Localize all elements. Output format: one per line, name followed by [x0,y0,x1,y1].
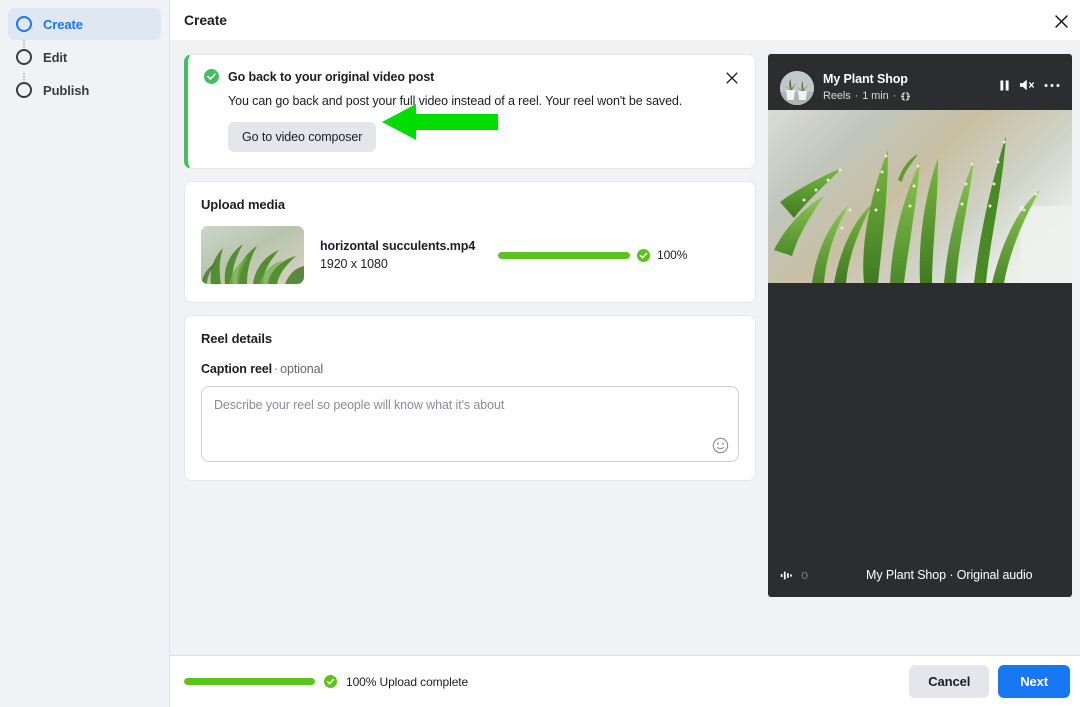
check-circle-icon [324,675,337,688]
dialog-body: Go back to your original video post You … [170,40,1080,655]
sidebar-item-label: Create [43,17,83,32]
progress-percent-label: 100% [657,248,687,262]
preview-meta-duration: 1 min [862,90,888,104]
more-options-button[interactable] [1044,83,1060,88]
audio-marquee-text: al audio My Plant Shop · Original audio [801,566,1033,584]
step-circle-icon [16,82,32,98]
pause-button[interactable] [998,79,1011,92]
media-info: horizontal succulents.mp4 1920 x 1080 [320,239,482,271]
mute-button[interactable] [1019,78,1036,92]
preview-page-name: My Plant Shop [823,72,989,88]
preview-empty-space [768,283,1072,553]
footer-status-text: 100% Upload complete [346,675,468,689]
audio-marquee: al audio My Plant Shop · Original audio [801,566,1060,584]
succulent-thumbnail-image [201,226,304,284]
preview-meta-sep-2: · [893,90,897,104]
audio-text: My Plant Shop · Original audio [866,568,1033,582]
close-icon [725,71,739,85]
caption-optional-text: optional [280,362,323,376]
banner-title: Go back to your original video post [228,70,434,84]
media-file-name: horizontal succulents.mp4 [320,239,482,253]
main-region: Create Go back to your original vid [170,0,1080,707]
footer-progress-track [184,678,315,685]
globe-icon [900,91,911,102]
preview-audio-bar: al audio My Plant Shop · Original audio [768,553,1072,597]
dismiss-banner-button[interactable] [721,67,743,89]
check-circle-icon [204,69,219,84]
media-dimensions: 1920 x 1080 [320,257,482,271]
sidebar-item-label: Publish [43,83,89,98]
page-title: Create [184,12,227,28]
footer-progress-fill [184,678,315,685]
speaker-muted-icon [1019,78,1036,92]
go-to-video-composer-button[interactable]: Go to video composer [228,122,376,152]
banner-description: You can go back and post your full video… [228,94,739,108]
caption-label-text: Caption reel [201,362,272,376]
preview-meta: Reels · 1 min · [823,90,989,104]
sidebar-item-label: Edit [43,50,67,65]
reel-preview-panel: My Plant Shop Reels · 1 min · [768,54,1072,597]
preview-page-info: My Plant Shop Reels · 1 min · [823,72,989,103]
close-icon [1054,14,1069,29]
reel-details-title: Reel details [201,331,739,346]
audio-text-partial: al audio [801,568,808,582]
audio-waveform-button[interactable] [780,569,794,582]
dialog-header: Create [170,0,1080,40]
dialog-footer: 100% Upload complete Cancel Next [170,655,1080,707]
caption-label-separator: · [272,362,280,376]
caption-field-label: Caption reel·optional [201,362,739,376]
progress-fill [498,252,630,259]
media-row: horizontal succulents.mp4 1920 x 1080 [201,226,739,284]
preview-controls [998,78,1060,98]
annotation-arrow-icon [382,104,498,140]
caption-input[interactable]: Describe your reel so people will know w… [201,386,739,462]
emoji-smiley-icon[interactable] [712,437,729,454]
form-column: Go back to your original video post You … [184,54,756,481]
audio-waveform-icon [780,569,794,582]
check-circle-icon [637,249,650,262]
step-circle-icon [16,49,32,65]
succulent-video-image [768,110,1072,283]
avatar [780,71,814,105]
banner-header: Go back to your original video post [204,69,739,84]
upload-media-card: Upload media [184,181,756,303]
next-button[interactable]: Next [998,665,1070,698]
more-options-icon [1044,83,1060,88]
page-avatar-image [780,71,814,105]
close-dialog-button[interactable] [1048,8,1074,34]
caption-placeholder: Describe your reel so people will know w… [214,398,504,412]
progress-track [498,252,630,259]
preview-header: My Plant Shop Reels · 1 min · [768,54,1072,110]
step-circle-icon [16,16,32,32]
sidebar-item-edit[interactable]: Edit [8,41,161,73]
preview-meta-sep-1: · [855,90,859,104]
upload-media-title: Upload media [201,197,739,212]
preview-video-frame[interactable] [768,110,1072,283]
stepper-sidebar: Create Edit Publish [0,0,170,707]
video-thumbnail[interactable] [201,226,304,284]
footer-status-icon-wrap [324,675,337,688]
reel-details-card: Reel details Caption reel·optional Descr… [184,315,756,481]
pause-icon [998,79,1011,92]
cancel-button[interactable]: Cancel [909,665,989,698]
sidebar-item-create[interactable]: Create [8,8,161,40]
preview-meta-type: Reels [823,90,851,104]
upload-progress: 100% [498,248,739,262]
sidebar-item-publish[interactable]: Publish [8,74,161,106]
reel-composer-dialog: Create Edit Publish Create [0,0,1080,707]
go-back-banner: Go back to your original video post You … [184,54,756,169]
